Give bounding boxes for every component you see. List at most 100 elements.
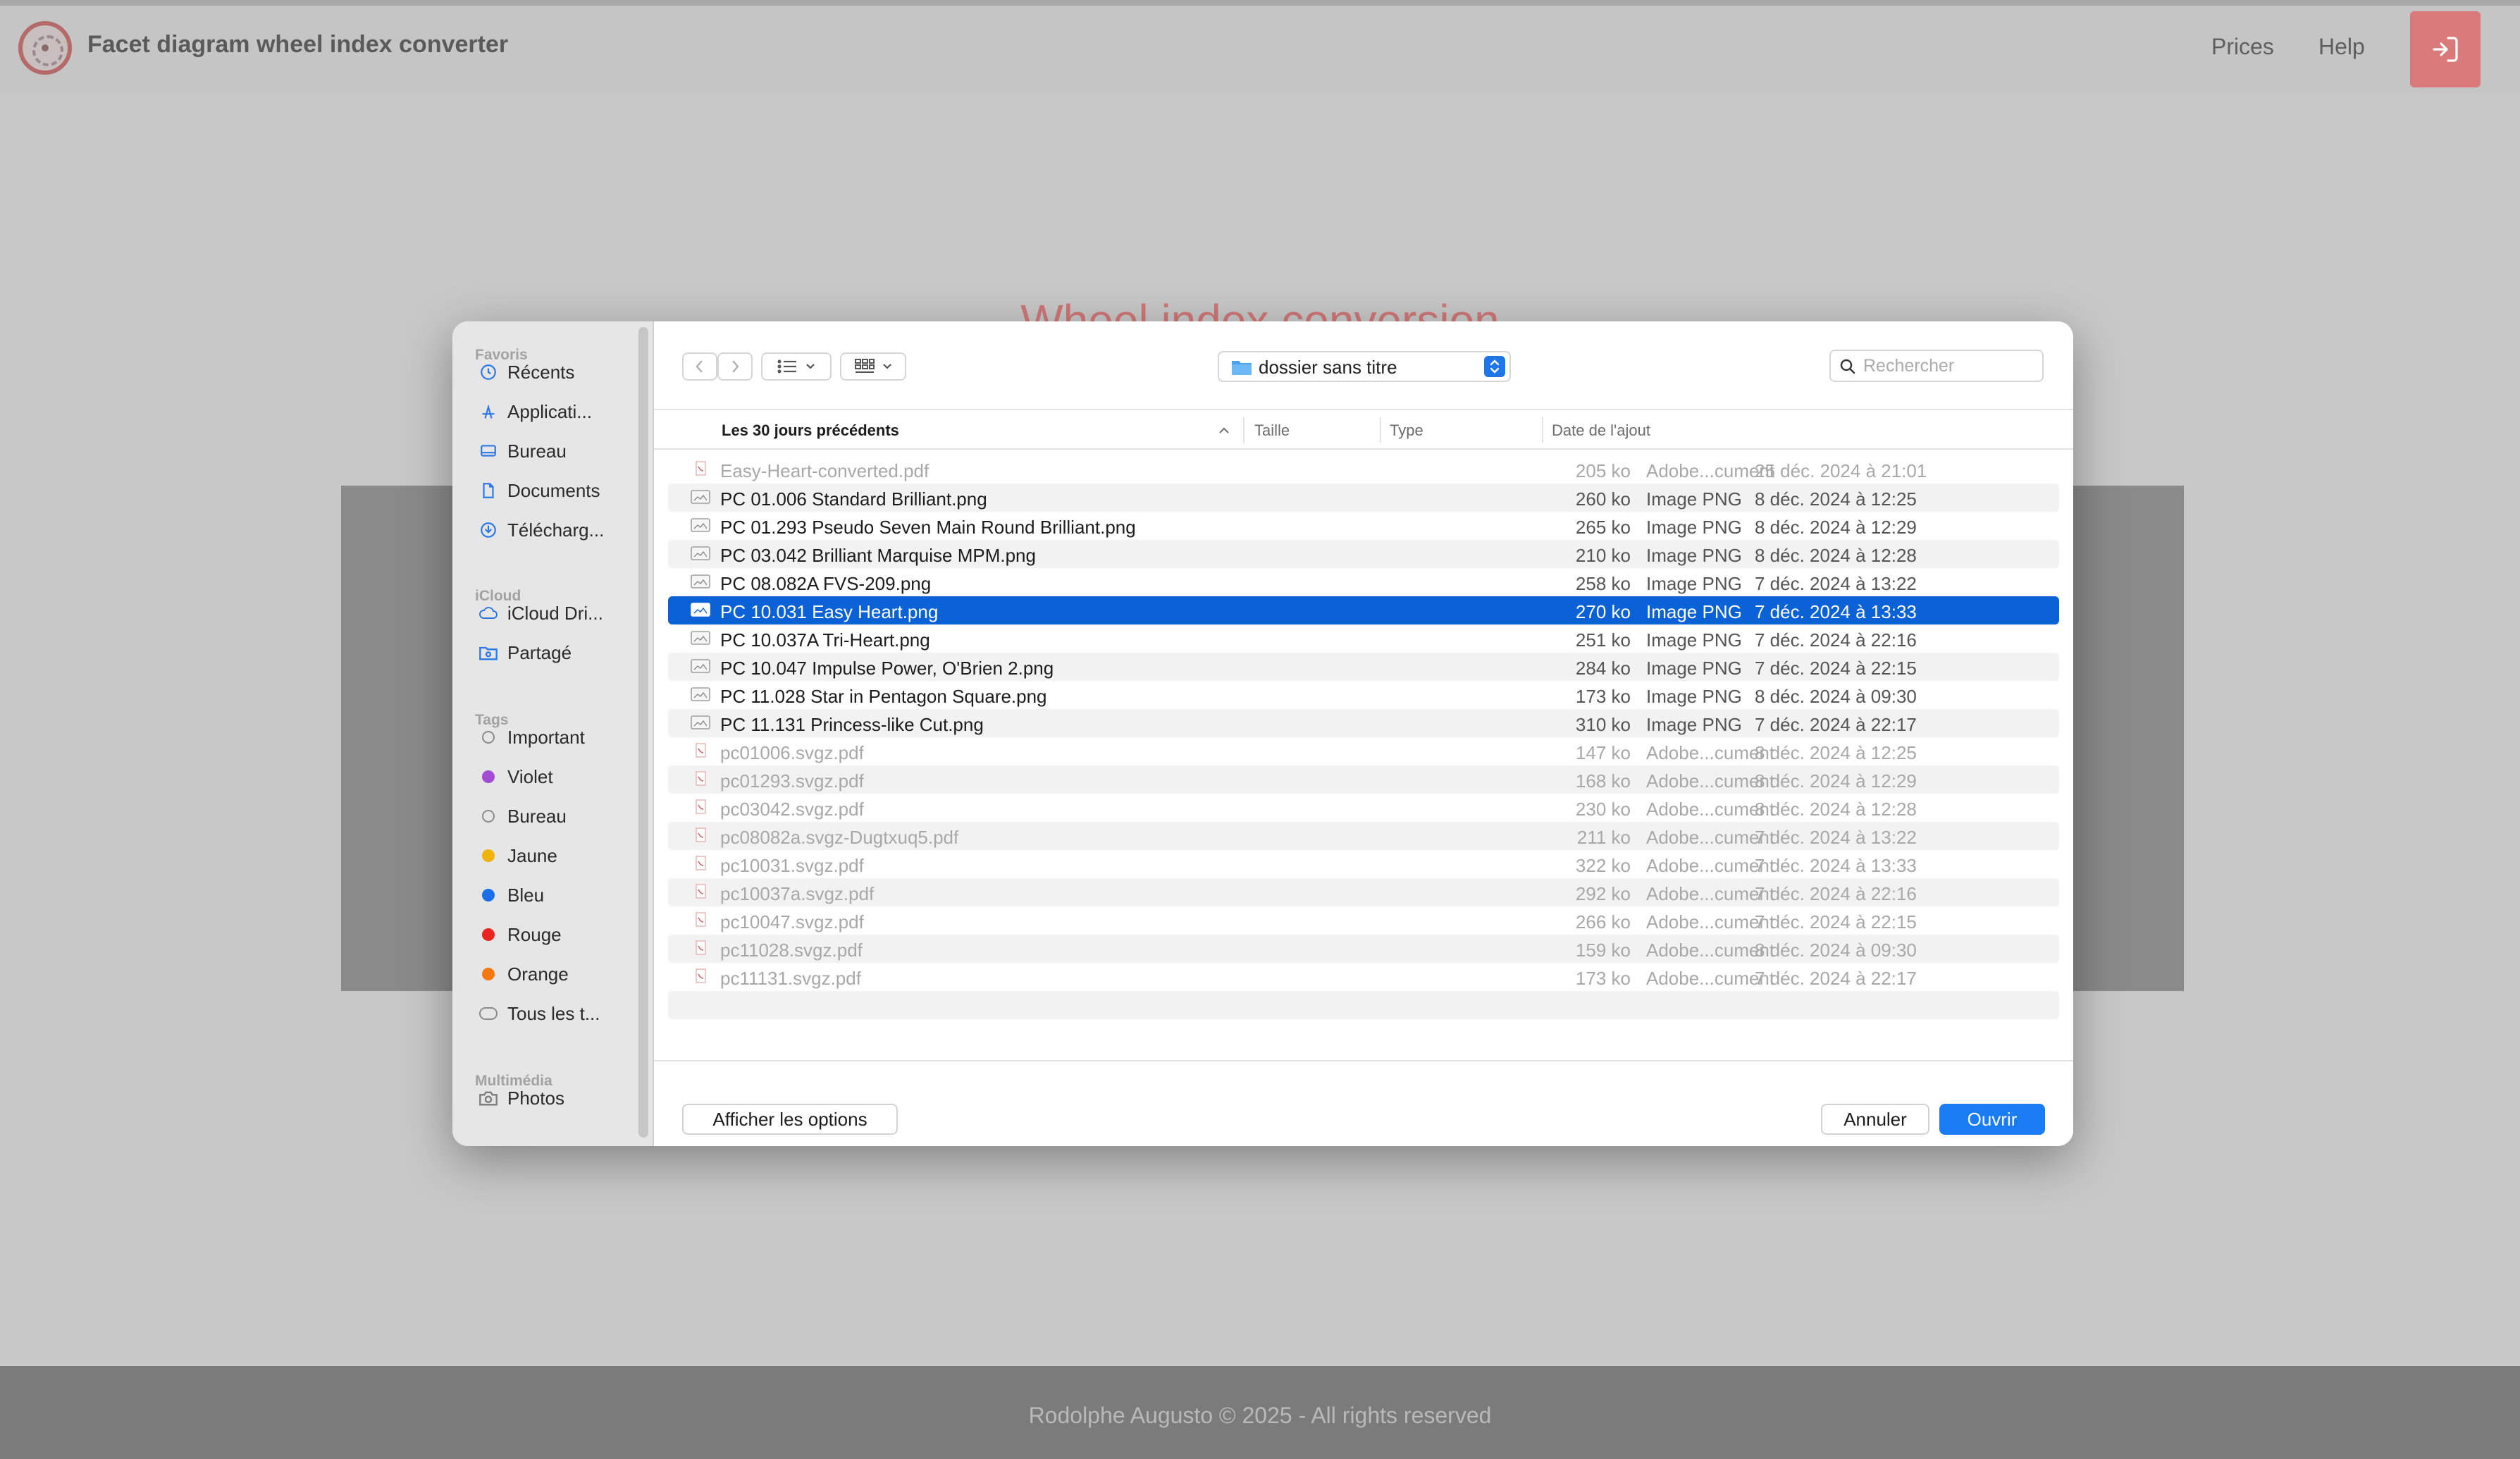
sidebar-tag-orange[interactable]: Orange bbox=[478, 959, 633, 990]
column-header-name[interactable]: Les 30 jours précédents bbox=[722, 421, 899, 440]
open-button[interactable]: Ouvrir bbox=[1939, 1104, 2045, 1135]
file-row: pc01006.svgz.pdf 147 ko Adobe...cument 8 dé… bbox=[668, 737, 2059, 765]
column-header-size[interactable]: Taille bbox=[1254, 421, 1290, 440]
file-type: Image PNG bbox=[1646, 714, 1742, 735]
file-type: Image PNG bbox=[1646, 517, 1742, 538]
sidebar-item-label: Important bbox=[507, 726, 585, 748]
file-date: 7 déc. 2024 à 22:17 bbox=[1755, 714, 1917, 735]
sidebar-item-label: Télécharg... bbox=[507, 519, 605, 541]
shared-folder-icon bbox=[478, 642, 499, 663]
sidebar-item-photos[interactable]: Photos bbox=[478, 1083, 633, 1114]
sidebar-tag-violet[interactable]: Violet bbox=[478, 761, 633, 792]
sidebar-tag-rouge[interactable]: Rouge bbox=[478, 919, 633, 950]
nav-help-link[interactable]: Help bbox=[2318, 34, 2365, 60]
file-size: 284 ko bbox=[1575, 658, 1631, 679]
back-button[interactable] bbox=[682, 352, 717, 381]
sidebar-tag-all[interactable]: Tous les t... bbox=[478, 998, 633, 1029]
file-row[interactable]: PC 10.047 Impulse Power, O'Brien 2.png 28… bbox=[668, 653, 2059, 681]
grid-view-icon bbox=[855, 359, 875, 373]
file-open-dialog: Favoris Récents Applicati... Bureau Docu… bbox=[452, 321, 2073, 1146]
sidebar-tag-jaune[interactable]: Jaune bbox=[478, 840, 633, 871]
column-separator bbox=[1243, 417, 1244, 443]
file-size: 173 ko bbox=[1575, 968, 1631, 989]
login-button[interactable] bbox=[2410, 11, 2481, 87]
file-size: 266 ko bbox=[1575, 911, 1631, 932]
file-row[interactable]: PC 01.006 Standard Brilliant.png 260 ko Im… bbox=[668, 484, 2059, 512]
file-name: PC 10.047 Impulse Power, O'Brien 2.png bbox=[720, 658, 1054, 679]
file-row[interactable]: PC 03.042 Brilliant Marquise MPM.png 210 … bbox=[668, 540, 2059, 568]
search-input[interactable] bbox=[1863, 355, 2032, 376]
file-row[interactable]: PC 10.031 Easy Heart.png 270 ko Image PNG 7… bbox=[668, 596, 2059, 624]
file-date: 8 déc. 2024 à 12:25 bbox=[1755, 488, 1917, 510]
file-date: 8 déc. 2024 à 09:30 bbox=[1755, 940, 1917, 961]
sidebar-tag-bleu[interactable]: Bleu bbox=[478, 880, 633, 911]
list-view-button[interactable] bbox=[761, 352, 832, 381]
applications-icon bbox=[478, 401, 499, 422]
group-view-button[interactable] bbox=[840, 352, 906, 381]
file-size: 260 ko bbox=[1575, 488, 1631, 510]
sidebar-item-label: Bureau bbox=[507, 805, 567, 827]
file-row: pc11028.svgz.pdf 159 ko Adobe...cument 8 dé… bbox=[668, 935, 2059, 963]
pdf-file-icon bbox=[691, 884, 710, 899]
document-icon bbox=[478, 480, 499, 501]
file-row[interactable]: PC 01.293 Pseudo Seven Main Round Brilli… bbox=[668, 512, 2059, 540]
pdf-file-icon bbox=[691, 856, 710, 871]
image-file-icon bbox=[691, 715, 710, 730]
file-date: 7 déc. 2024 à 22:15 bbox=[1755, 911, 1917, 932]
sidebar-item-label: Documents bbox=[507, 479, 600, 501]
file-size: 211 ko bbox=[1576, 827, 1631, 848]
sidebar-item-icloud-drive[interactable]: iCloud Dri... bbox=[478, 598, 633, 629]
sidebar-item-documents[interactable]: Documents bbox=[478, 475, 633, 506]
file-date: 8 déc. 2024 à 12:29 bbox=[1755, 770, 1917, 792]
column-header-type[interactable]: Type bbox=[1390, 421, 1423, 440]
file-name: PC 03.042 Brilliant Marquise MPM.png bbox=[720, 545, 1036, 566]
tag-red-dot-icon bbox=[478, 924, 499, 945]
pdf-file-icon bbox=[691, 827, 710, 843]
chevron-left-icon bbox=[696, 360, 703, 373]
file-row: pc08082a.svgz-Dugtxuq5.pdf 211 ko Adobe...… bbox=[668, 822, 2059, 850]
sidebar-item-applications[interactable]: Applicati... bbox=[478, 396, 633, 427]
file-row[interactable]: PC 11.028 Star in Pentagon Square.png 173… bbox=[668, 681, 2059, 709]
sidebar-item-desktop[interactable]: Bureau bbox=[478, 436, 633, 467]
sidebar-scrollbar[interactable] bbox=[638, 327, 648, 1138]
file-date: 25 déc. 2024 à 21:01 bbox=[1755, 460, 1927, 481]
file-date: 7 déc. 2024 à 13:22 bbox=[1755, 827, 1917, 848]
file-name: PC 11.131 Princess-like Cut.png bbox=[720, 714, 984, 735]
sidebar-tag-important[interactable]: Important bbox=[478, 722, 633, 753]
dialog-main: dossier sans titre Les 30 jours précéden… bbox=[654, 321, 2073, 1146]
file-row[interactable]: PC 08.082A FVS-209.png 258 ko Image PNG 7 d… bbox=[668, 568, 2059, 596]
pdf-file-icon bbox=[691, 912, 710, 928]
file-size: 147 ko bbox=[1575, 742, 1631, 763]
tag-yellow-dot-icon bbox=[478, 845, 499, 866]
download-icon bbox=[478, 519, 499, 541]
sidebar-item-shared[interactable]: Partagé bbox=[478, 637, 633, 668]
image-file-icon bbox=[691, 687, 710, 702]
wheel-logo-icon[interactable] bbox=[18, 21, 72, 75]
image-file-icon bbox=[691, 546, 710, 561]
sidebar-tag-bureau[interactable]: Bureau bbox=[478, 801, 633, 832]
file-name: pc10037a.svgz.pdf bbox=[720, 883, 875, 904]
sidebar-item-label: Rouge bbox=[507, 923, 562, 945]
location-popup-button[interactable]: dossier sans titre bbox=[1218, 351, 1511, 382]
sidebar-item-recents[interactable]: Récents bbox=[478, 357, 633, 388]
image-file-icon bbox=[691, 658, 710, 674]
file-row[interactable]: PC 10.037A Tri-Heart.png 251 ko Image PNG 7… bbox=[668, 624, 2059, 653]
brand-title[interactable]: Facet diagram wheel index converter bbox=[87, 31, 508, 59]
footer-copyright: Rodolphe Augusto © 2025 - All rights res… bbox=[1028, 1403, 1492, 1428]
file-size: 168 ko bbox=[1575, 770, 1631, 792]
sort-ascending-chevron-icon[interactable] bbox=[1218, 426, 1230, 434]
file-size: 159 ko bbox=[1575, 940, 1631, 961]
file-row[interactable]: PC 11.131 Princess-like Cut.png 310 ko Ima… bbox=[668, 709, 2059, 737]
chevron-down-icon bbox=[883, 364, 891, 369]
forward-button[interactable] bbox=[717, 352, 753, 381]
file-type: Image PNG bbox=[1646, 573, 1742, 594]
file-size: 251 ko bbox=[1575, 629, 1631, 651]
column-header-date[interactable]: Date de l'ajout bbox=[1552, 421, 1650, 440]
show-options-button[interactable]: Afficher les options bbox=[682, 1104, 898, 1135]
search-field[interactable] bbox=[1829, 350, 2044, 382]
nav-prices-link[interactable]: Prices bbox=[2211, 34, 2274, 60]
sidebar-item-label: Tous les t... bbox=[507, 1002, 600, 1024]
cancel-button[interactable]: Annuler bbox=[1821, 1104, 1929, 1135]
sidebar-item-downloads[interactable]: Télécharg... bbox=[478, 515, 633, 546]
sidebar-item-label: Applicati... bbox=[507, 400, 592, 422]
